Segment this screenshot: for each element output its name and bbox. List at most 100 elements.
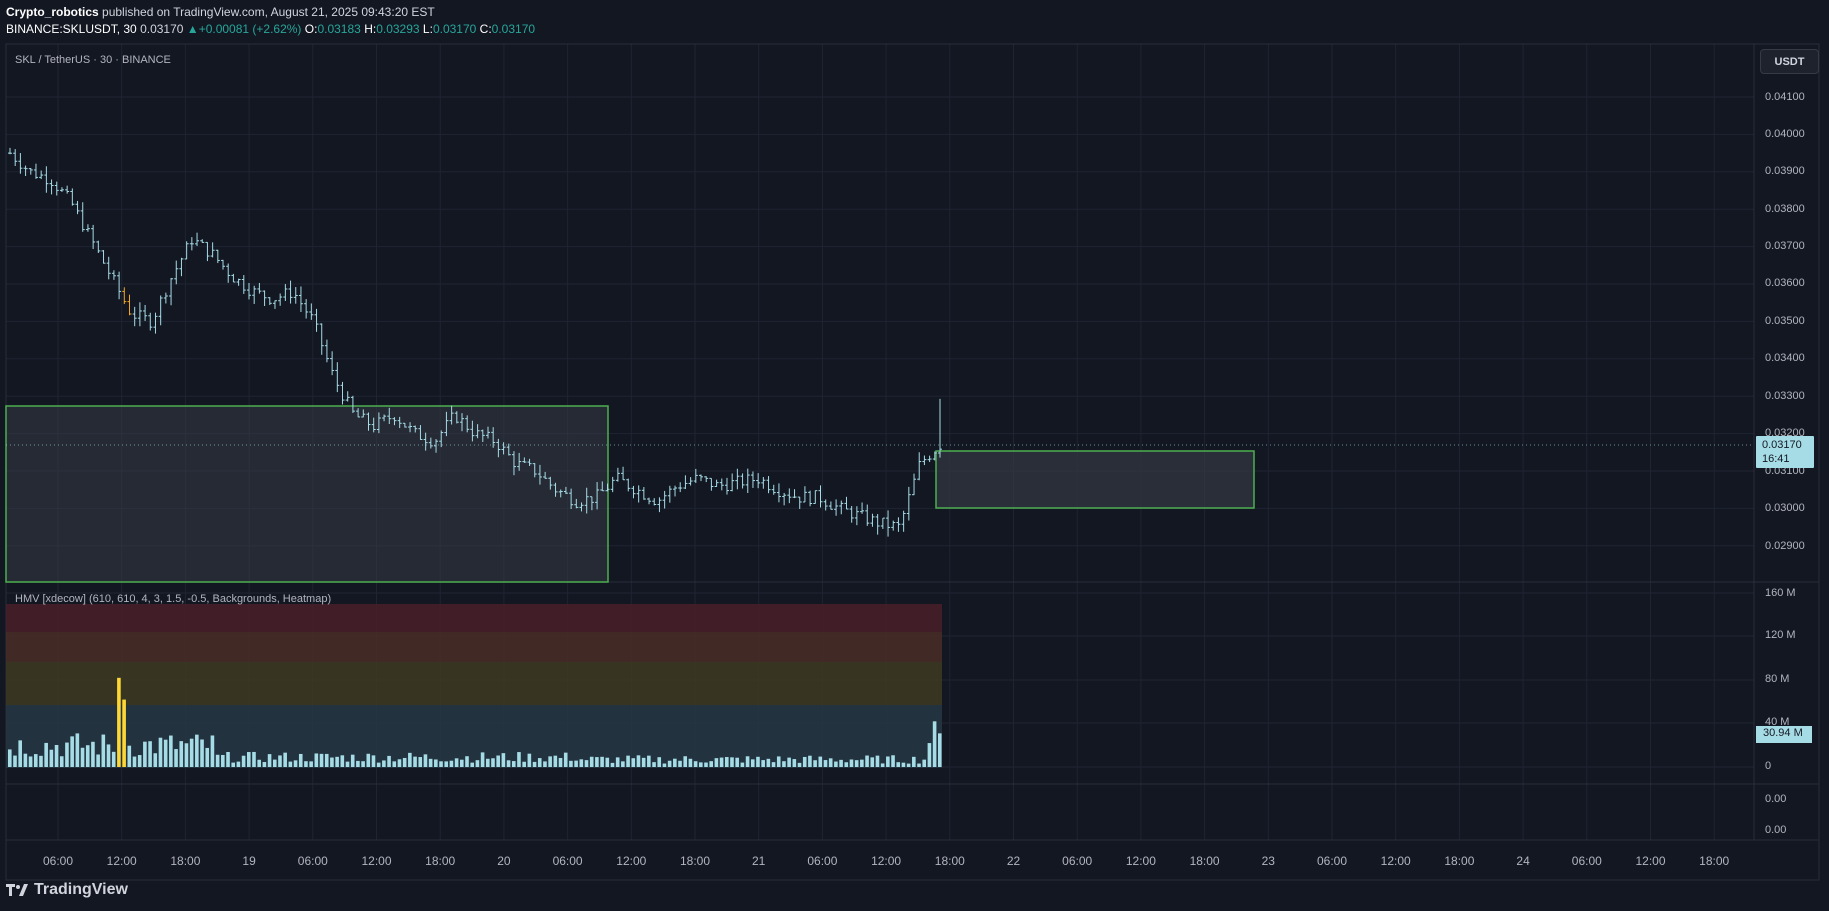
time-tick: 12:00 (106, 854, 137, 868)
time-tick: 06:00 (1316, 854, 1348, 868)
volume-bar (200, 739, 204, 767)
time-tick: 06:00 (552, 854, 583, 868)
volume-bar (844, 762, 849, 767)
tradingview-brand[interactable]: TradingView (6, 881, 128, 899)
volume-bar (257, 759, 261, 767)
indicator-legend[interactable]: HMV [xdecow] (610, 610, 4, 3, 1.5, -0.5,… (15, 593, 331, 605)
volume-bar (402, 757, 407, 767)
volume-bar (771, 762, 776, 767)
volume-bar (584, 760, 589, 767)
volume-bar (33, 754, 38, 767)
price-change: +0.00081 (+2.62%) (198, 22, 302, 36)
volume-bar (106, 744, 111, 767)
price-tick: 0.03600 (1765, 277, 1805, 289)
volume-bar (522, 761, 526, 767)
volume-bar (537, 758, 542, 767)
volume-bar (434, 759, 438, 767)
volume-bar (439, 761, 443, 767)
volume-bar (205, 747, 210, 767)
volume-bar (127, 745, 132, 767)
volume-tick: 80 M (1765, 673, 1790, 685)
volume-bar (122, 699, 126, 767)
volume-bar (792, 759, 797, 767)
volume-bar (189, 738, 194, 767)
time-tick: 06:00 (42, 854, 74, 868)
volume-bar (324, 753, 329, 767)
volume-bar (480, 752, 485, 767)
low-label: L: (422, 22, 433, 36)
volume-bar (13, 755, 17, 767)
volume-bar (647, 755, 651, 767)
volume-bar (148, 741, 152, 767)
volume-bar (371, 755, 376, 767)
volume-bar (724, 757, 729, 767)
volume-bar (673, 758, 677, 767)
volume-bar (408, 752, 412, 767)
volume-bar (714, 758, 719, 767)
zone-box-right[interactable] (935, 450, 1255, 509)
volume-bar (158, 737, 163, 767)
empty-pane-tick: 0.00 (1765, 793, 1787, 805)
volume-bar (699, 762, 703, 767)
volume-bar (111, 751, 116, 767)
chart-canvas[interactable] (0, 0, 1829, 911)
volume-bar (465, 756, 469, 767)
volume-bar (491, 758, 495, 767)
time-tick: 12:00 (1635, 854, 1666, 868)
zone-box-left[interactable] (5, 405, 609, 583)
volume-bar (423, 754, 428, 767)
volume-bar (802, 756, 807, 767)
currency-button[interactable]: USDT (1760, 49, 1819, 74)
volume-bar (579, 759, 584, 767)
current-price-tag: 0.03170 16:41 (1756, 436, 1814, 468)
volume-bar (782, 761, 786, 767)
volume-bar (917, 763, 921, 767)
volume-bar (226, 752, 230, 767)
volume-bar (813, 760, 817, 767)
volume-bar (901, 762, 906, 767)
volume-bar (797, 762, 802, 767)
volume-bar (8, 749, 12, 767)
volume-bar (70, 736, 74, 767)
volume-bar (818, 756, 823, 767)
volume-bar (891, 755, 895, 767)
volume-bar (397, 759, 402, 767)
symbol-legend[interactable]: SKL / TetherUS · 30 · BINANCE (15, 54, 171, 66)
volume-bar (636, 755, 641, 767)
volume-bar (626, 755, 630, 767)
price-tick: 0.03000 (1765, 502, 1805, 514)
volume-bar (750, 759, 755, 767)
volume-bar (444, 761, 449, 767)
volume-bar (896, 762, 901, 767)
volume-bar (849, 759, 854, 767)
volume-bar (304, 761, 308, 767)
price-tick: 0.04000 (1765, 128, 1805, 140)
volume-bar (678, 760, 682, 767)
volume-bar (23, 753, 28, 767)
volume-bar (745, 756, 750, 767)
volume-bar (460, 759, 464, 767)
volume-bar (449, 760, 454, 767)
volume-bar (501, 753, 506, 767)
volume-bar (595, 757, 599, 767)
time-tick: 18:00 (1444, 854, 1475, 868)
volume-bar (85, 745, 90, 767)
volume-bar (376, 762, 381, 767)
volume-bar (278, 755, 282, 767)
publisher-name[interactable]: Crypto_robotics (6, 5, 99, 19)
volume-bar (730, 757, 734, 767)
brand-name: TradingView (34, 881, 128, 898)
volume-bar (215, 754, 220, 767)
volume-bar (688, 758, 693, 767)
volume-bar (288, 761, 293, 767)
time-tick: 06:00 (807, 854, 838, 868)
volume-bar (241, 755, 246, 767)
volume-bar (392, 761, 397, 767)
time-tick: 23 (1261, 854, 1275, 868)
volume-bar (475, 760, 480, 767)
volume-bar (839, 759, 843, 767)
time-tick: 12:00 (1125, 854, 1156, 868)
volume-bar (252, 751, 256, 767)
time-tick: 12:00 (1380, 854, 1411, 868)
volume-bar (298, 753, 303, 767)
